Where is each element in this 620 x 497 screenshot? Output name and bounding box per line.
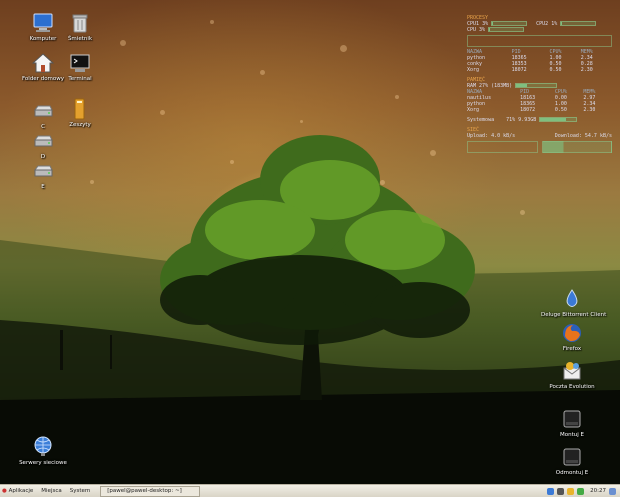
taskbar-terminal-window[interactable]: [pawel@pawel-desktop: ~] (100, 485, 201, 497)
ram-bar (515, 83, 558, 88)
computer-icon (32, 12, 54, 34)
gnome-foot-icon: ● (2, 488, 7, 494)
memory-table: NAZWA PID CPU% MEM% nautilus 18163 0.00 2.97 py… (467, 89, 612, 113)
drive-icon (32, 130, 54, 152)
drive-icon (561, 446, 583, 468)
desktop-icon-terminal[interactable]: Terminal (55, 52, 105, 83)
update-tray-icon[interactable] (577, 487, 585, 495)
cpu1-bar (491, 21, 528, 26)
cpu-graph (467, 35, 612, 47)
terminal-icon (69, 52, 91, 74)
firefox-icon (561, 322, 583, 344)
system-tray: 20:27 (547, 487, 620, 495)
desktop-icon-mount-e[interactable]: Montuj E (546, 408, 598, 439)
proc-cell: Xorg (467, 67, 480, 73)
user-switch-icon[interactable] (609, 487, 616, 495)
net-graphs (467, 139, 612, 155)
clock[interactable]: 20:27 (590, 488, 606, 494)
conky-system-row: Systemowa 71% 9.93GB (467, 117, 612, 123)
cpu2-bar (560, 21, 597, 26)
proc-row: Xorg 18072 0.50 2.30 (467, 67, 612, 73)
upload-graph (467, 141, 538, 153)
deluge-icon (561, 288, 583, 310)
drive-icon (32, 160, 54, 182)
drive-icon (561, 408, 583, 430)
home-icon (31, 52, 55, 74)
desktop-icon-deluge[interactable]: Deluge Bittorrent Client (541, 288, 606, 319)
trash-icon (69, 12, 91, 34)
mem-cell: 2.30 (583, 107, 596, 113)
evolution-mail-icon (561, 360, 583, 382)
drive-icon (32, 100, 54, 122)
folder-icon (69, 98, 91, 120)
mem-cell: 18072 (520, 107, 536, 113)
desktop-icon-drive-e[interactable]: E (18, 160, 68, 191)
deluge-tray-icon[interactable] (547, 487, 555, 495)
network-tray-icon[interactable] (557, 487, 565, 495)
conky-cpu-total-row: CPU 3% (467, 27, 612, 33)
desktop-icon-drive-d[interactable]: D (18, 130, 68, 161)
mem-row: Xorg 18072 0.50 2.30 (467, 107, 612, 113)
desktop-icon-unmount-e[interactable]: Odmontuj E (546, 446, 598, 477)
desktop-icon-firefox[interactable]: Firefox (546, 322, 598, 353)
conky-monitor: PROCESY CPU1 3% CPU2 1% CPU 3% NAZWA PID C… (467, 15, 612, 155)
network-globe-icon (32, 436, 54, 458)
process-table: NAZWA PID CPU% MEM% python 18365 1.00 2.34 conk… (467, 49, 612, 73)
proc-cell: 0.50 (549, 67, 562, 73)
menu-aplikacje[interactable]: ● Aplikacje (0, 488, 37, 494)
volume-tray-icon[interactable] (567, 487, 575, 495)
mem-cell: 0.50 (554, 107, 567, 113)
download-graph (541, 141, 612, 153)
mem-cell: Xorg (467, 107, 480, 113)
bottom-panel: ● Aplikacje Miejsca System [pawel@pawel-… (0, 484, 620, 497)
cpu-bar (488, 27, 525, 32)
desktop-icon-evolution[interactable]: Poczta Evolution (546, 360, 598, 391)
menu-system[interactable]: System (66, 488, 95, 494)
desktop-icon-network-servers[interactable]: Serwery sieciowe (18, 436, 68, 467)
system-bar (539, 117, 578, 122)
menu-miejsca[interactable]: Miejsca (37, 488, 65, 494)
proc-cell: 2.30 (580, 67, 593, 73)
proc-cell: 18072 (511, 67, 527, 73)
desktop-icon-trash[interactable]: Śmietnik (55, 12, 105, 43)
desktop-icon-zeszyty[interactable]: Zeszyty (55, 98, 105, 129)
